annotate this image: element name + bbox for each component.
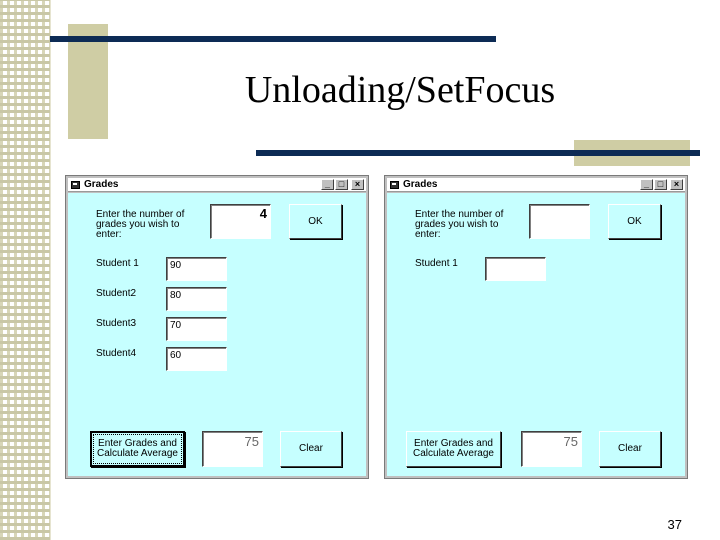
calculate-average-button[interactable]: Enter Grades and Calculate Average xyxy=(90,431,185,467)
grades-window-right: Grades _ □ × Enter the number of grades … xyxy=(384,175,688,479)
average-output: 75 xyxy=(521,431,582,467)
app-icon[interactable] xyxy=(71,180,80,189)
form-client-area: Enter the number of grades you wish to e… xyxy=(68,193,366,476)
grade-count-input[interactable] xyxy=(529,204,590,239)
student-grade-input[interactable]: 90 xyxy=(166,257,227,281)
clear-button[interactable]: Clear xyxy=(280,431,342,467)
student-label: Student 1 xyxy=(96,258,139,269)
form-client-area: Enter the number of grades you wish to e… xyxy=(387,193,685,476)
ok-button[interactable]: OK xyxy=(289,204,342,239)
maximize-button[interactable]: □ xyxy=(654,179,667,190)
student-grade-input[interactable]: 60 xyxy=(166,347,227,371)
count-prompt-label: Enter the number of grades you wish to e… xyxy=(96,209,185,240)
minimize-button[interactable]: _ xyxy=(321,179,334,190)
student-label: Student3 xyxy=(96,318,137,329)
student-grade-input[interactable]: 70 xyxy=(166,317,227,341)
grades-window-left: Grades _ □ × Enter the number of grades … xyxy=(65,175,369,479)
slide-number: 37 xyxy=(667,517,682,532)
student-label: Student2 xyxy=(96,288,137,299)
decorative-bar-bottom xyxy=(256,150,700,156)
student-label: Student4 xyxy=(96,348,137,359)
slide-title: Unloading/SetFocus xyxy=(244,69,556,111)
student-grade-input[interactable]: 80 xyxy=(166,287,227,311)
app-icon[interactable] xyxy=(390,180,399,189)
window-titlebar[interactable]: Grades _ □ × xyxy=(68,178,366,192)
window-titlebar[interactable]: Grades _ □ × xyxy=(387,178,685,192)
average-output: 75 xyxy=(202,431,263,467)
clear-button[interactable]: Clear xyxy=(599,431,661,467)
maximize-button[interactable]: □ xyxy=(335,179,348,190)
grade-count-input[interactable]: 4 xyxy=(210,204,271,239)
minimize-button[interactable]: _ xyxy=(640,179,653,190)
decorative-strip xyxy=(0,0,51,540)
count-prompt-label: Enter the number of grades you wish to e… xyxy=(415,209,504,240)
close-button[interactable]: × xyxy=(351,179,364,190)
ok-button[interactable]: OK xyxy=(608,204,661,239)
student-label: Student 1 xyxy=(415,258,458,269)
calculate-average-button[interactable]: Enter Grades and Calculate Average xyxy=(406,431,501,467)
window-title: Grades xyxy=(84,179,119,190)
student-grade-input[interactable] xyxy=(485,257,546,281)
decorative-bar-top xyxy=(50,36,496,42)
close-button[interactable]: × xyxy=(670,179,683,190)
window-title: Grades xyxy=(403,179,438,190)
